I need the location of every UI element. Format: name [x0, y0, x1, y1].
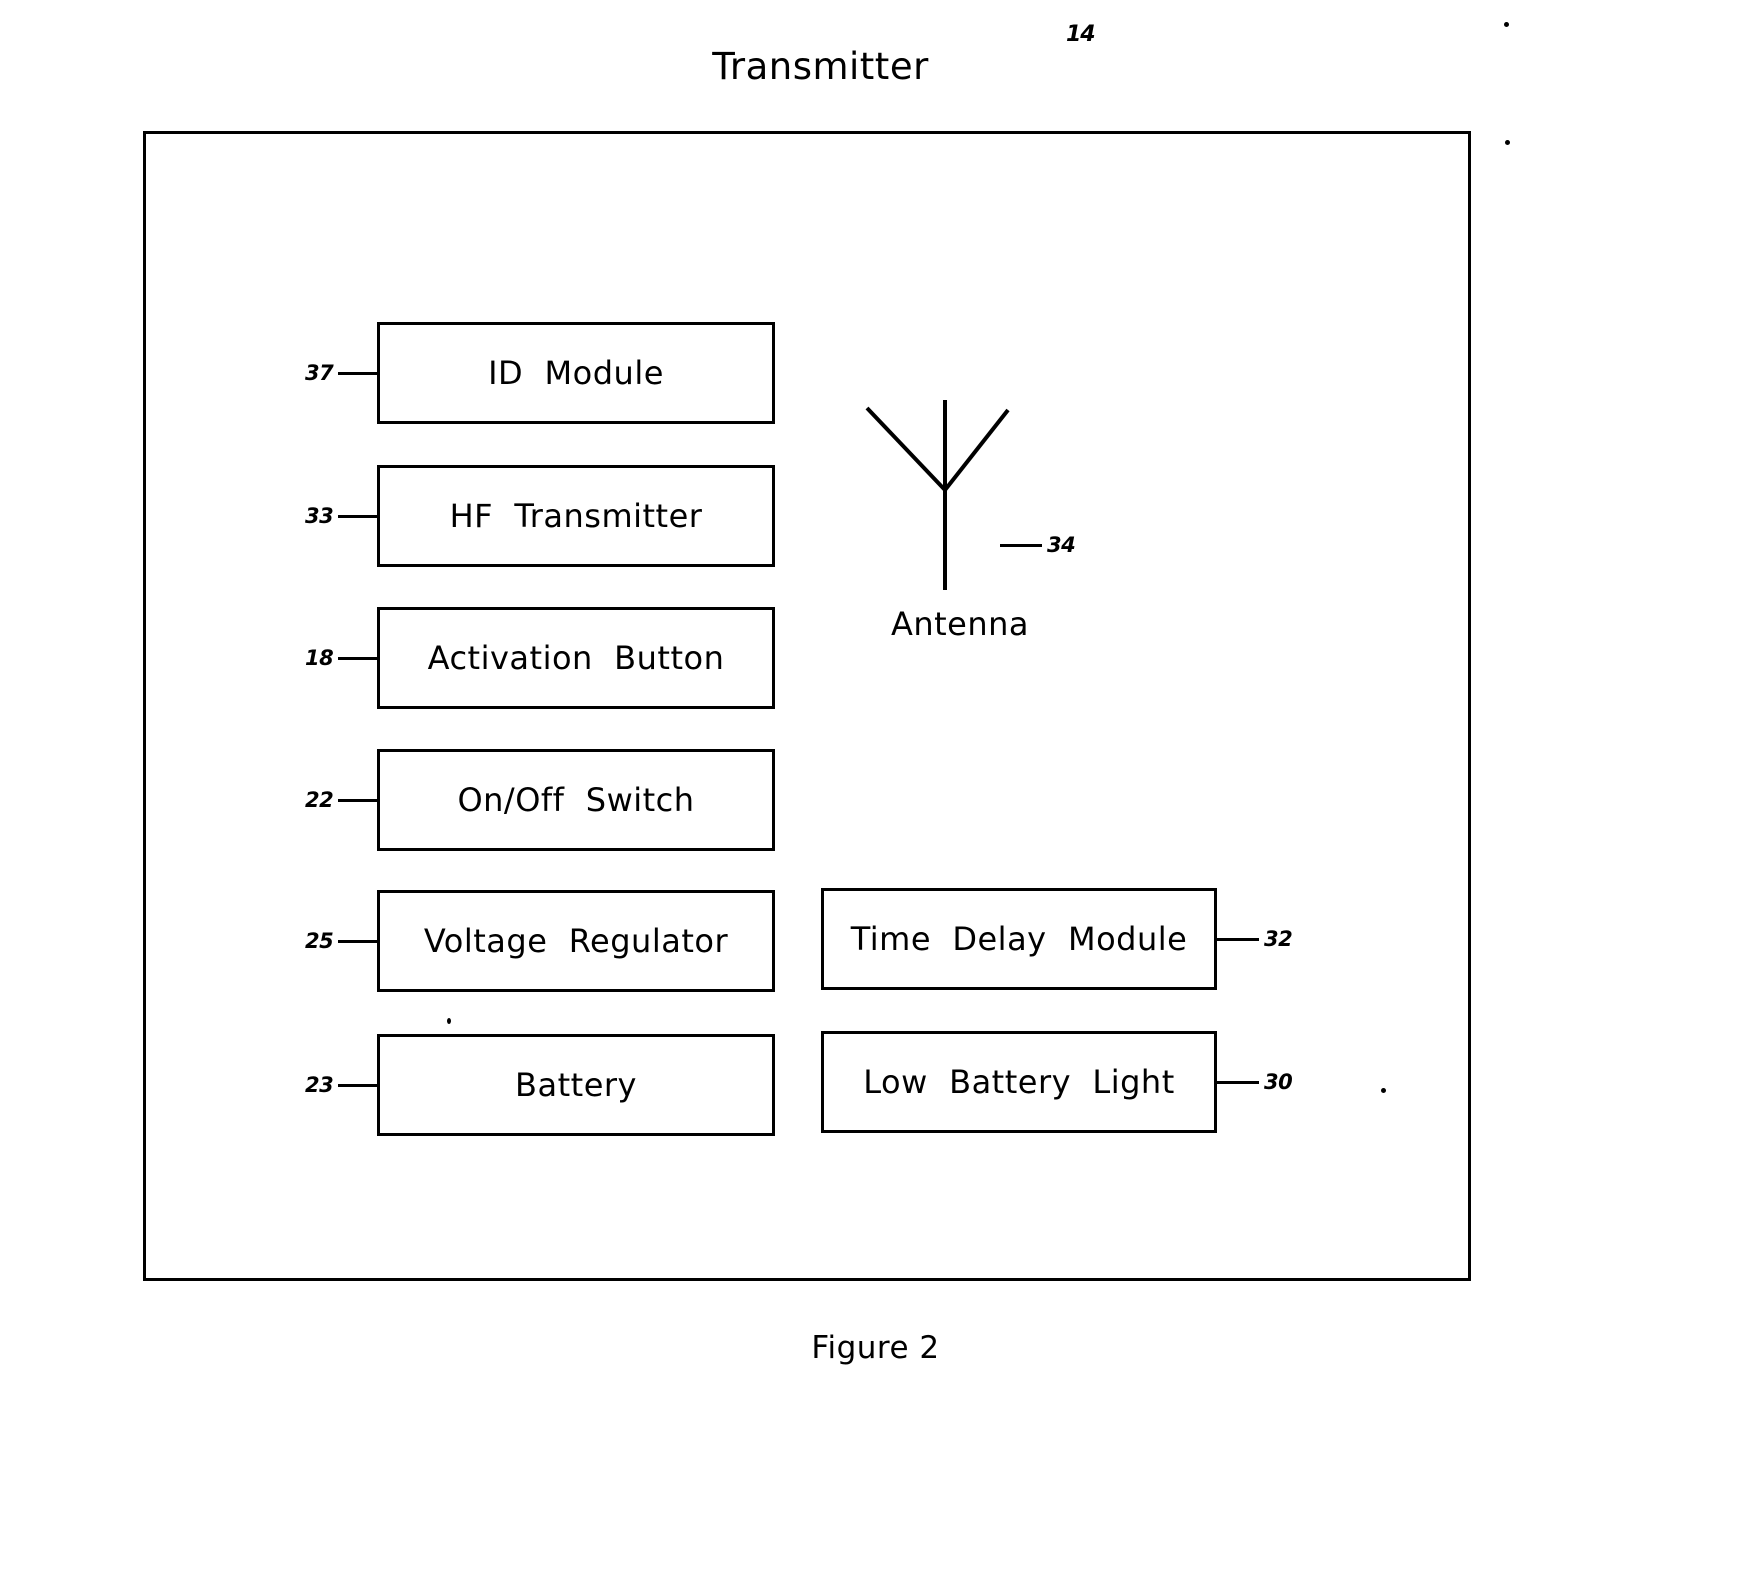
reference-numeral: 22: [305, 787, 334, 812]
component-box-onoff-switch[interactable]: On/Off Switch: [377, 749, 775, 851]
figure-title: Transmitter: [0, 45, 1751, 88]
leader-line: [338, 939, 381, 943]
scan-speck: [447, 1018, 451, 1024]
reference-label-18: 18: [305, 645, 381, 670]
leader-line: [1217, 937, 1259, 941]
reference-label-37: 37: [305, 360, 381, 385]
leader-line: [338, 1083, 381, 1087]
component-box-battery[interactable]: Battery: [377, 1034, 775, 1136]
scan-speck: [1505, 140, 1510, 145]
antenna-label: Antenna: [890, 605, 1030, 643]
reference-label-34: 34: [1000, 532, 1076, 557]
reference-numeral: 25: [305, 928, 334, 953]
component-box-time-delay-module[interactable]: Time Delay Module: [821, 888, 1217, 990]
reference-numeral: 37: [305, 360, 334, 385]
leader-line: [338, 656, 381, 660]
component-box-hf-transmitter[interactable]: HF Transmitter: [377, 465, 775, 567]
component-box-low-battery-light[interactable]: Low Battery Light: [821, 1031, 1217, 1133]
reference-label-33: 33: [305, 503, 381, 528]
reference-label-32: 32: [1217, 926, 1293, 951]
figure-title-text: Transmitter: [712, 45, 929, 88]
leader-line: [1217, 1080, 1259, 1084]
leader-line: [338, 371, 381, 375]
figure-caption: Figure 2: [811, 1330, 940, 1366]
transmitter-enclosure-boundary: [143, 131, 1471, 1281]
reference-numeral: 33: [305, 503, 334, 528]
reference-numeral: 34: [1047, 532, 1076, 557]
reference-label-25: 25: [305, 928, 381, 953]
figure-reference-numeral: 14: [1066, 22, 1096, 47]
scan-speck: [1381, 1088, 1386, 1093]
component-box-activation-button[interactable]: Activation Button: [377, 607, 775, 709]
reference-label-22: 22: [305, 787, 381, 812]
antenna-icon: [845, 390, 1075, 600]
leader-line: [338, 798, 381, 802]
leader-line: [1000, 543, 1042, 547]
reference-label-23: 23: [305, 1072, 381, 1097]
component-box-id-module[interactable]: ID Module: [377, 322, 775, 424]
reference-numeral: 18: [305, 645, 334, 670]
reference-numeral: 32: [1264, 926, 1293, 951]
scan-speck: [1504, 22, 1509, 27]
component-box-voltage-regulator[interactable]: Voltage Regulator: [377, 890, 775, 992]
leader-line: [338, 514, 381, 518]
reference-numeral: 23: [305, 1072, 334, 1097]
reference-label-30: 30: [1217, 1069, 1293, 1094]
reference-numeral: 30: [1264, 1069, 1293, 1094]
